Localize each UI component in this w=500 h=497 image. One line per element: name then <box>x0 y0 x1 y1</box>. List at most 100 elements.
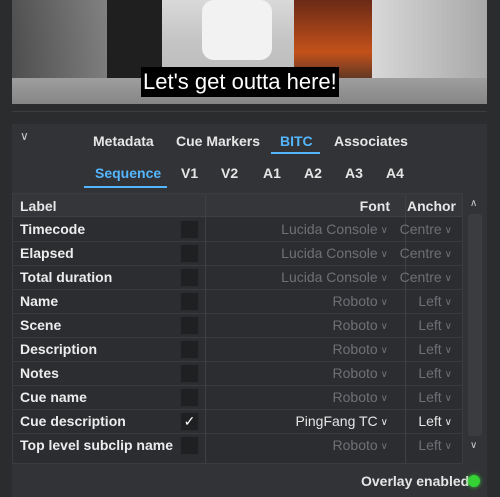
row-label: Cue description <box>20 413 126 429</box>
anchor-dropdown[interactable]: Left ∨ <box>418 293 452 309</box>
chevron-down-icon: ∨ <box>380 225 388 236</box>
subtab-sequence[interactable]: Sequence <box>95 165 161 181</box>
enable-checkbox[interactable] <box>180 220 199 239</box>
enable-checkbox[interactable] <box>180 316 199 335</box>
font-dropdown[interactable]: Lucida Console ∨ <box>281 221 388 237</box>
anchor-value: Centre <box>399 245 442 261</box>
anchor-dropdown[interactable]: Left ∨ <box>418 437 452 453</box>
font-value: Roboto <box>332 365 378 381</box>
anchor-value: Left <box>418 341 442 357</box>
subtab-a1[interactable]: A1 <box>263 165 281 181</box>
table-row: Scene Roboto ∨ Left ∨ <box>13 313 462 338</box>
font-dropdown[interactable]: Roboto ∨ <box>333 341 388 357</box>
status-indicator[interactable] <box>468 475 480 487</box>
row-label: Elapsed <box>20 245 74 261</box>
row-label: Total duration <box>20 269 113 285</box>
column-header-label: Label <box>20 198 57 214</box>
anchor-dropdown[interactable]: Left ∨ <box>418 413 452 429</box>
subtab-v2[interactable]: V2 <box>221 165 238 181</box>
anchor-dropdown[interactable]: Left ∨ <box>418 389 452 405</box>
chevron-up-icon[interactable]: ∧ <box>470 198 477 209</box>
bitc-table: Label Font Anchor Timecode Lucida Consol… <box>12 193 463 464</box>
anchor-value: Centre <box>399 221 442 237</box>
table-row: Notes Roboto ∨ Left ∨ <box>13 361 462 386</box>
font-dropdown[interactable]: Roboto ∨ <box>333 293 388 309</box>
row-label: Notes <box>20 365 59 381</box>
font-value: Lucida Console <box>281 221 378 237</box>
enable-checkbox[interactable]: ✓ <box>180 412 199 431</box>
enable-checkbox[interactable] <box>180 244 199 263</box>
chevron-down-icon: ∨ <box>380 417 388 428</box>
chevron-down-icon: ∨ <box>380 393 388 404</box>
tab-bitc[interactable]: BITC <box>280 133 313 149</box>
enable-checkbox[interactable] <box>180 340 199 359</box>
anchor-dropdown[interactable]: Left ∨ <box>418 317 452 333</box>
table-header: Label Font Anchor <box>13 194 462 217</box>
font-dropdown[interactable]: Lucida Console ∨ <box>281 245 388 261</box>
enable-checkbox[interactable] <box>180 388 199 407</box>
enable-checkbox[interactable] <box>180 436 199 455</box>
scrollbar[interactable] <box>468 214 482 436</box>
chevron-down-icon: ∨ <box>444 249 452 260</box>
chevron-down-icon: ∨ <box>444 417 452 428</box>
font-dropdown[interactable]: Lucida Console ∨ <box>281 269 388 285</box>
anchor-dropdown[interactable]: Centre ∨ <box>400 245 452 261</box>
font-value: Roboto <box>332 341 378 357</box>
anchor-dropdown[interactable]: Left ∨ <box>418 341 452 357</box>
enable-checkbox[interactable] <box>180 268 199 287</box>
anchor-dropdown[interactable]: Centre ∨ <box>400 221 452 237</box>
font-dropdown[interactable]: PingFang TC ∨ <box>295 413 388 429</box>
table-row: Top level subclip name Roboto ∨ Left ∨ <box>13 433 462 457</box>
font-dropdown[interactable]: Roboto ∨ <box>333 317 388 333</box>
row-label: Top level subclip name <box>20 437 174 453</box>
row-label: Description <box>20 341 98 357</box>
chevron-down-icon: ∨ <box>380 441 388 452</box>
font-value: Roboto <box>332 437 378 453</box>
divider <box>12 111 487 112</box>
subtab-a4[interactable]: A4 <box>386 165 404 181</box>
enable-checkbox[interactable] <box>180 364 199 383</box>
chevron-down-icon: ∨ <box>444 441 452 452</box>
subtab-a2[interactable]: A2 <box>304 165 322 181</box>
preview-background <box>202 0 272 60</box>
chevron-down-icon[interactable]: ∨ <box>470 440 477 451</box>
tab-cue-markers[interactable]: Cue Markers <box>176 133 260 149</box>
tab-associates[interactable]: Associates <box>334 133 408 149</box>
font-dropdown[interactable]: Roboto ∨ <box>333 437 388 453</box>
enable-checkbox[interactable] <box>180 292 199 311</box>
tab-bar: Metadata Cue Markers BITC Associates <box>0 127 500 155</box>
tab-metadata[interactable]: Metadata <box>93 133 154 149</box>
anchor-dropdown[interactable]: Centre ∨ <box>400 269 452 285</box>
anchor-value: Left <box>418 365 442 381</box>
font-dropdown[interactable]: Roboto ∨ <box>333 365 388 381</box>
chevron-down-icon: ∨ <box>380 273 388 284</box>
font-dropdown[interactable]: Roboto ∨ <box>333 389 388 405</box>
table-row: Cue description ✓ PingFang TC ∨ Left ∨ <box>13 409 462 434</box>
active-tab-indicator <box>271 152 320 154</box>
chevron-down-icon: ∨ <box>444 393 452 404</box>
anchor-value: Left <box>418 389 442 405</box>
anchor-dropdown[interactable]: Left ∨ <box>418 365 452 381</box>
subtab-v1[interactable]: V1 <box>181 165 198 181</box>
row-label: Name <box>20 293 59 309</box>
anchor-value: Left <box>418 317 442 333</box>
table-row: Timecode Lucida Console ∨ Centre ∨ <box>13 217 462 242</box>
table-row: Total duration Lucida Console ∨ Centre ∨ <box>13 265 462 290</box>
anchor-value: Left <box>418 413 442 429</box>
chevron-down-icon: ∨ <box>444 321 452 332</box>
chevron-down-icon: ∨ <box>380 321 388 332</box>
chevron-down-icon: ∨ <box>444 273 452 284</box>
anchor-value: Left <box>418 293 442 309</box>
row-label: Scene <box>20 317 62 333</box>
row-label: Cue name <box>20 389 87 405</box>
chevron-down-icon: ∨ <box>444 297 452 308</box>
subtab-a3[interactable]: A3 <box>345 165 363 181</box>
chevron-down-icon: ∨ <box>380 345 388 356</box>
anchor-value: Centre <box>399 269 442 285</box>
anchor-value: Left <box>418 437 442 453</box>
chevron-down-icon: ∨ <box>380 297 388 308</box>
font-value: Roboto <box>332 317 378 333</box>
chevron-down-icon: ∨ <box>444 345 452 356</box>
font-value: Lucida Console <box>281 245 378 261</box>
burned-in-subtitle: Let's get outta here! <box>141 67 339 97</box>
